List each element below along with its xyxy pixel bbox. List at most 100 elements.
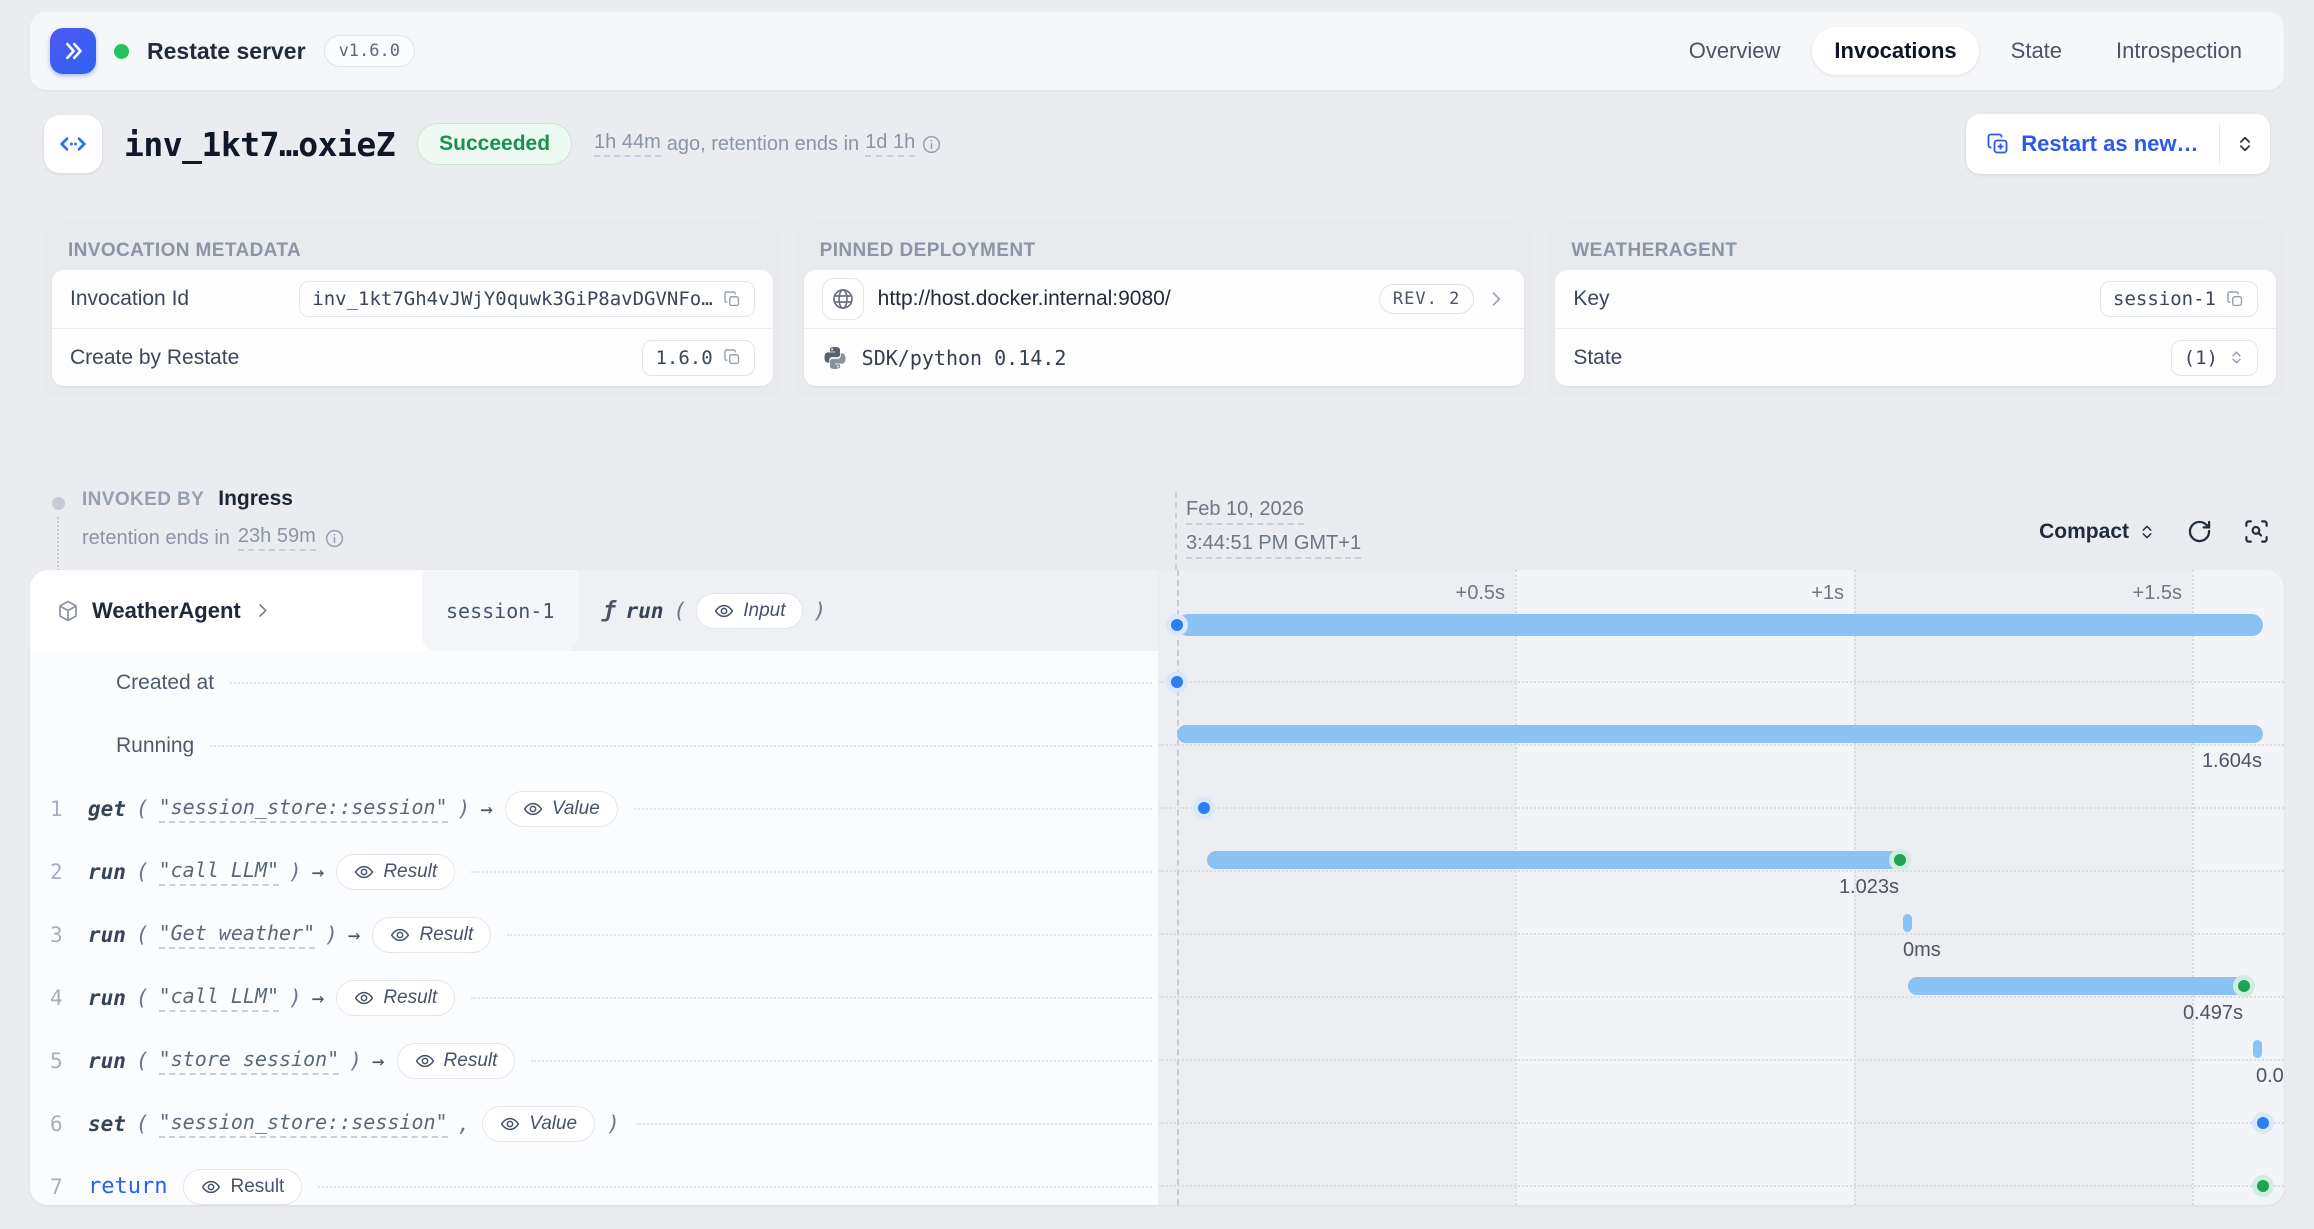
top-bar: Restate server v1.6.0 Overview Invocatio… (30, 12, 2284, 90)
entry-arg[interactable]: "store session" (159, 1047, 340, 1075)
journal-tab-key[interactable]: session-1 (422, 570, 578, 651)
tab-overview[interactable]: Overview (1667, 27, 1803, 75)
refresh-icon[interactable] (2186, 518, 2213, 545)
input-pill-label: Input (743, 600, 785, 622)
invoked-by-section: INVOKED BY Ingress retention ends in 23h… (44, 487, 824, 577)
close-paren: ) (813, 599, 826, 623)
function-symbol: ƒ (602, 598, 615, 623)
deployment-sdk-row: SDK/python 0.14.2 (804, 328, 1525, 386)
open-paren: ( (674, 599, 687, 623)
restart-options-caret[interactable] (2220, 114, 2270, 174)
value-pill[interactable]: Value (505, 791, 618, 827)
journal-rows: Created at Running 1 get ( "session_stor… (30, 651, 1158, 1205)
tab-state[interactable]: State (1989, 27, 2084, 75)
result-pill[interactable]: Result (336, 854, 455, 890)
entry-span-bar[interactable] (1207, 851, 1900, 869)
result-pill[interactable]: Result (336, 980, 455, 1016)
entry-span-bar[interactable] (1908, 977, 2244, 995)
created-at-dot[interactable] (1171, 676, 1183, 688)
deployment-endpoint: http://host.docker.internal:9080/ (878, 287, 1171, 311)
timeline-time[interactable]: 3:44:51 PM GMT+1 (1186, 532, 1361, 559)
invocation-retention[interactable]: 1d 1h (865, 131, 915, 157)
eye-icon (415, 1051, 435, 1071)
restart-split-button: Restart as new… (1966, 114, 2270, 174)
copy-icon[interactable] (723, 348, 742, 367)
card-title: WEATHERAGENT (1555, 230, 2276, 270)
invocation-age[interactable]: 1h 44m (594, 131, 661, 157)
invocation-id-row: Invocation Id inv_1kt7Gh4vJWjY0quwk3GiP8… (52, 270, 773, 328)
entry-complete-dot[interactable] (2257, 1180, 2269, 1192)
info-icon[interactable] (324, 528, 345, 549)
entry-number: 3 (50, 923, 80, 947)
eye-icon (714, 601, 734, 621)
service-name: WeatherAgent (92, 598, 241, 624)
entry-arg[interactable]: "session_store::session" (159, 1110, 448, 1138)
density-select[interactable]: Compact (2039, 520, 2156, 544)
journal-entry-row: 7 return Result (30, 1155, 1158, 1205)
journal-entry-row: 4 run ( "call LLM" ) → Result (30, 966, 1158, 1029)
tab-invocations[interactable]: Invocations (1812, 27, 1978, 75)
handler-name: run (626, 599, 664, 623)
entry-arg[interactable]: "call LLM" (159, 858, 279, 886)
sort-chevrons-icon (2138, 523, 2156, 541)
entry-complete-dot[interactable] (2238, 980, 2250, 992)
journal-entry-row: 3 run ( "Get weather" ) → Result (30, 903, 1158, 966)
arrow: → (348, 923, 361, 947)
row-label: Created at (116, 671, 214, 695)
timeline-row-entry-5: 0.0 (1159, 1029, 2284, 1092)
deployment-endpoint-row[interactable]: http://host.docker.internal:9080/ REV. 2 (804, 270, 1525, 328)
retention-countdown[interactable]: 23h 59m (238, 525, 316, 551)
journal-entry-row: 1 get ( "session_store::session" ) → Val… (30, 777, 1158, 840)
globe-icon (822, 278, 864, 320)
entry-dot[interactable] (2257, 1117, 2269, 1129)
sdk-version: SDK/python 0.14.2 (862, 346, 1067, 370)
entry-number: 5 (50, 1049, 80, 1073)
key-chip[interactable]: session-1 (2100, 281, 2258, 317)
input-pill[interactable]: Input (696, 593, 803, 629)
journal-tab-service[interactable]: WeatherAgent (30, 570, 422, 651)
invocation-start-dot[interactable] (1171, 619, 1183, 631)
result-pill[interactable]: Result (183, 1169, 302, 1205)
timeline-row-entry-6 (1159, 1092, 2284, 1155)
created-by-chip[interactable]: 1.6.0 (642, 340, 754, 376)
info-icon[interactable] (921, 134, 942, 155)
entry-arg[interactable]: "Get weather" (159, 921, 316, 949)
timeline-row-entry-3: 0ms (1159, 903, 2284, 966)
entry-complete-dot[interactable] (1894, 854, 1906, 866)
scan-search-icon[interactable] (2243, 518, 2270, 545)
entry-span-bar[interactable] (2253, 1040, 2262, 1058)
entry-arg[interactable]: "call LLM" (159, 984, 279, 1012)
restart-as-new-button[interactable]: Restart as new… (1966, 114, 2218, 174)
service-key-row: Key session-1 (1555, 270, 2276, 328)
chevron-right-icon[interactable] (1486, 289, 1506, 309)
arrow: → (480, 797, 493, 821)
duration-label: 0.497s (2183, 1002, 2243, 1025)
main-nav: Overview Invocations State Introspection (1667, 27, 2264, 75)
entry-arg[interactable]: "session_store::session" (159, 795, 448, 823)
row-label: Running (116, 734, 194, 758)
invoked-by-label: INVOKED BY (82, 489, 204, 511)
running-span-bar[interactable] (1177, 725, 2263, 743)
state-label: State (1573, 346, 1622, 370)
result-pill[interactable]: Result (397, 1043, 516, 1079)
journal-breadcrumb: session-1 ƒ run ( Input ) (30, 570, 1158, 651)
entry-number: 4 (50, 986, 80, 1010)
result-pill[interactable]: Result (372, 917, 491, 953)
copy-icon[interactable] (723, 290, 742, 309)
restart-as-new-label: Restart as new… (2021, 131, 2198, 157)
value-pill[interactable]: Value (482, 1106, 595, 1142)
journal-entry-row: 2 run ( "call LLM" ) → Result (30, 840, 1158, 903)
invocation-id-chip[interactable]: inv_1kt7Gh4vJWjY0quwk3GiP8avDGVNFo… (299, 281, 754, 317)
entry-span-bar[interactable] (1903, 914, 1912, 932)
invocation-code-icon-button[interactable] (44, 115, 102, 173)
copy-icon[interactable] (2226, 290, 2245, 309)
timeline-date[interactable]: Feb 10, 2026 (1186, 498, 1304, 525)
tick-label: +0.5s (1456, 582, 1505, 605)
state-select[interactable]: (1) (2171, 340, 2258, 376)
entry-dot[interactable] (1198, 802, 1210, 814)
chevron-right-icon (253, 601, 272, 620)
journal-tab-handler[interactable]: ƒ run ( Input ) (578, 570, 850, 651)
tab-introspection[interactable]: Introspection (2094, 27, 2264, 75)
journal-left-column: session-1 ƒ run ( Input ) (30, 570, 1158, 1205)
invocation-span-bar[interactable] (1177, 614, 2263, 636)
